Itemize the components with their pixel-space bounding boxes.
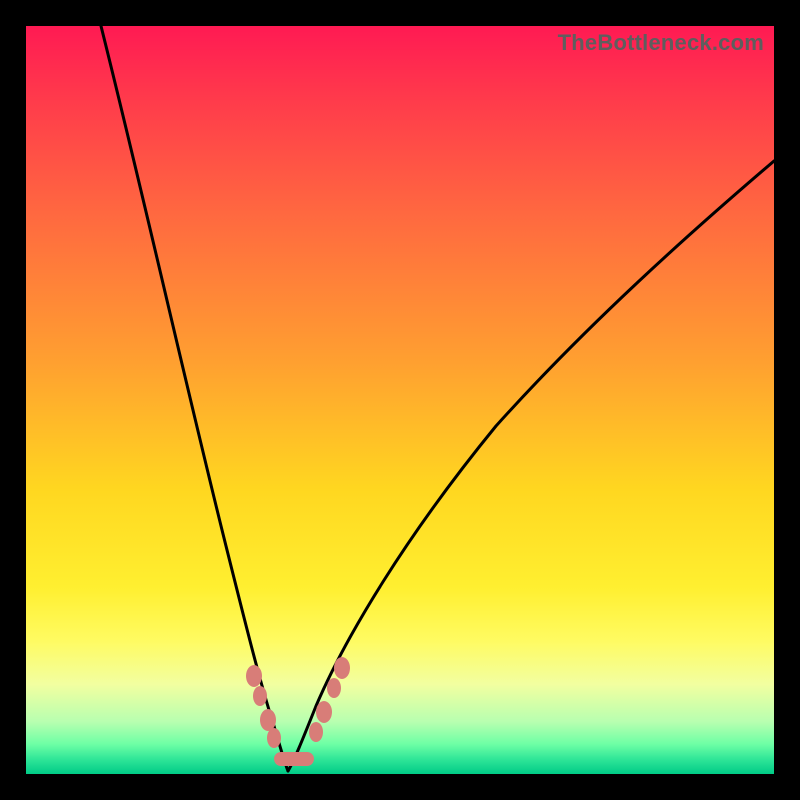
marker-bead xyxy=(246,665,262,687)
marker-bead xyxy=(309,722,323,742)
marker-bead xyxy=(316,701,332,723)
marker-bead xyxy=(267,728,281,748)
marker-bead xyxy=(253,686,267,706)
marker-bead xyxy=(334,657,350,679)
right-curve xyxy=(288,161,774,771)
bottleneck-curve-chart xyxy=(26,26,774,774)
plot-frame: TheBottleneck.com xyxy=(26,26,774,774)
marker-bottom-bar xyxy=(274,752,314,766)
marker-bead xyxy=(327,678,341,698)
marker-bead xyxy=(260,709,276,731)
left-curve xyxy=(101,26,288,771)
